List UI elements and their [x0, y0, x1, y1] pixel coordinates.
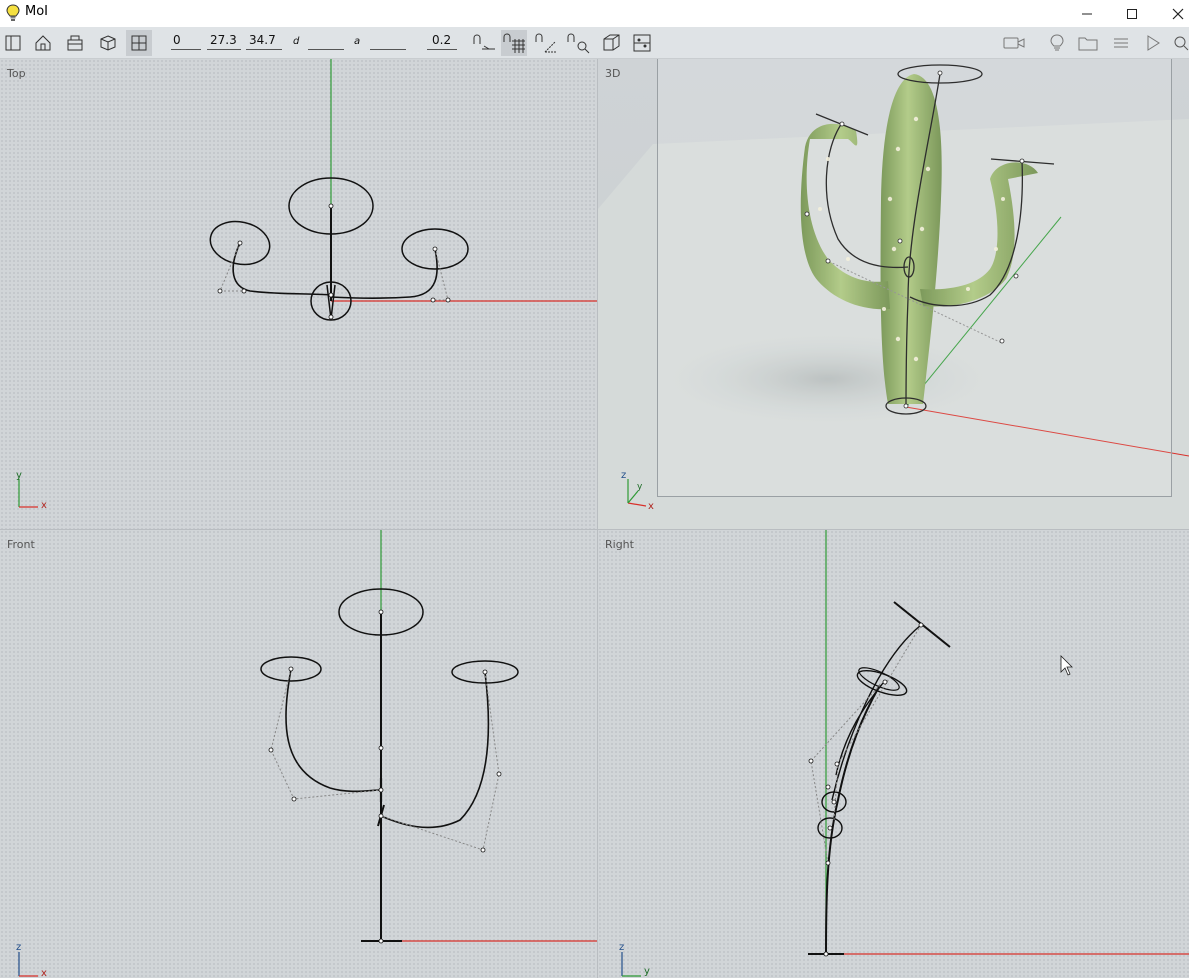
coord-z[interactable]: 34.7: [249, 33, 276, 47]
home-icon: [35, 35, 51, 51]
perspective-viewport[interactable]: 3D z x y: [598, 59, 1189, 529]
right-viewport[interactable]: Right z y: [598, 530, 1189, 978]
side-pane-icon: [5, 35, 21, 51]
lightbulb-icon: [6, 4, 20, 21]
axis-indicator-x: x: [41, 500, 47, 511]
grid-snap-icon: [503, 33, 525, 53]
top-viewport[interactable]: Top y x: [0, 59, 597, 529]
mouse-cursor: [1060, 655, 1073, 676]
grid-settings-button[interactable]: [629, 30, 655, 56]
view-selected-button[interactable]: [95, 30, 121, 56]
window-title: MoI: [25, 4, 49, 19]
view-all-button[interactable]: [62, 30, 88, 56]
lightbulb-outline-icon: [1050, 34, 1064, 51]
axis-indicator-y: y: [637, 482, 643, 492]
run-script-button[interactable]: [1140, 30, 1166, 56]
axis-indicator-z: z: [619, 942, 625, 953]
four-view-icon: [131, 35, 147, 51]
toolbar: 0 27.3 34.7 d a 0.2: [0, 27, 1189, 59]
search-command-button[interactable]: [1168, 30, 1189, 56]
axis-indicator-x: x: [41, 968, 47, 978]
close-icon: [1172, 8, 1184, 19]
coord-x[interactable]: 0: [173, 33, 181, 47]
axis-indicator-x: x: [648, 501, 654, 512]
snap-search-icon: [567, 33, 590, 54]
angle-label: a: [354, 36, 361, 47]
maximize-button[interactable]: [1109, 0, 1155, 27]
camera-button[interactable]: [1001, 30, 1027, 56]
right-arm-curve: [330, 248, 438, 299]
distance-label: d: [293, 36, 300, 47]
grid-settings-icon: [633, 34, 651, 52]
title-bar: MoI: [0, 0, 1189, 27]
help-button[interactable]: [1044, 30, 1070, 56]
play-icon: [1147, 35, 1160, 51]
menu-button[interactable]: [1108, 30, 1134, 56]
minimize-icon: [1082, 13, 1092, 14]
distance-field[interactable]: [308, 49, 344, 50]
video-camera-icon: [1003, 37, 1025, 49]
right-view-drawing: [621, 530, 1189, 977]
angle-field[interactable]: [370, 49, 406, 50]
grid-snap-value[interactable]: 0.2: [432, 33, 451, 47]
open-file-button[interactable]: [1075, 30, 1101, 56]
construction-lines-button[interactable]: [598, 30, 624, 56]
minimize-button[interactable]: [1064, 0, 1110, 27]
snap-options-button[interactable]: [565, 30, 591, 56]
front-viewport[interactable]: Front z x: [0, 530, 597, 978]
maximize-icon: [1127, 8, 1137, 19]
box-view-icon: [603, 34, 620, 51]
reset-view-button[interactable]: [30, 30, 56, 56]
floating-window-frame: [657, 59, 1172, 497]
axis-indicator-z: z: [621, 470, 627, 481]
straight-snap-icon: [473, 34, 495, 50]
axis-indicator-y: y: [16, 470, 22, 481]
four-view-button[interactable]: [126, 30, 152, 56]
grid-snap-button[interactable]: [501, 30, 527, 56]
folder-icon: [1078, 37, 1098, 51]
hamburger-icon: [1114, 38, 1128, 48]
front-view-drawing: [18, 530, 597, 977]
view-all-icon: [67, 35, 83, 51]
search-icon: [1174, 36, 1189, 51]
coord-y[interactable]: 27.3: [210, 33, 237, 47]
object-snap-button[interactable]: [533, 30, 559, 56]
axis-indicator-y: y: [644, 966, 650, 977]
cube-icon: [100, 35, 116, 51]
viewport-divider-horizontal[interactable]: [0, 529, 1189, 530]
viewport-label-3d: 3D: [605, 67, 621, 80]
axis-indicator-z: z: [16, 942, 22, 953]
straight-snap-button[interactable]: [471, 30, 497, 56]
viewport-divider-vertical[interactable]: [597, 59, 598, 978]
top-view-drawing: [18, 59, 597, 508]
close-button[interactable]: [1155, 0, 1189, 27]
object-snap-icon: [535, 33, 557, 53]
toggle-side-pane-button[interactable]: [0, 30, 26, 56]
